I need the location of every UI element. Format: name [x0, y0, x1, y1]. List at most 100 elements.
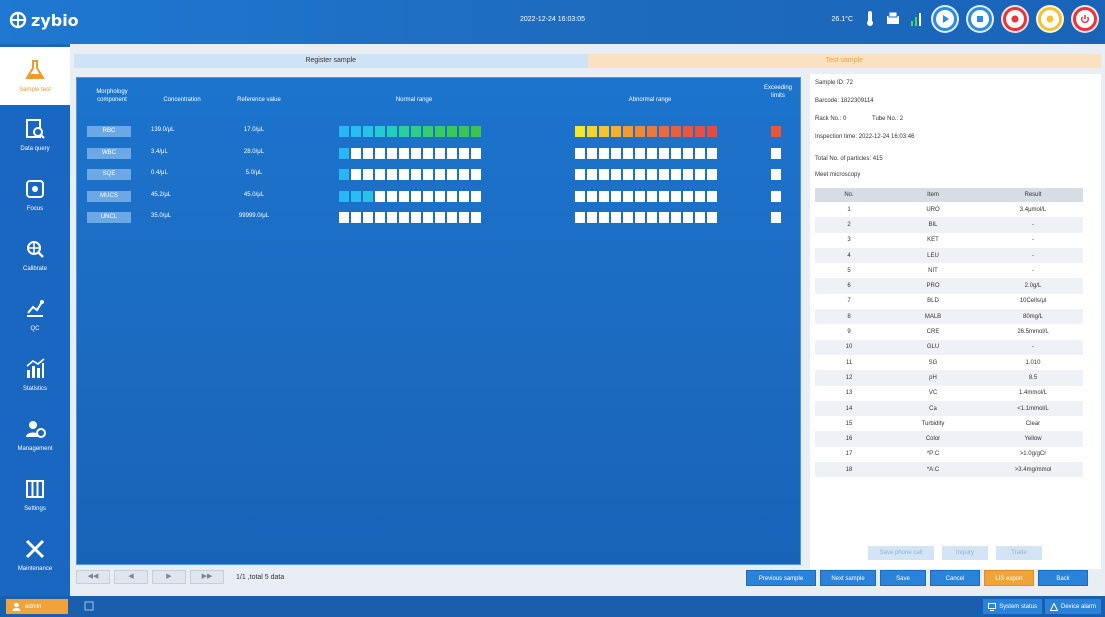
tab-test-sample[interactable]: Test sample: [587, 54, 1101, 68]
sidebar-item-maintenance[interactable]: Maintenance: [0, 526, 70, 584]
result-row[interactable]: 18 *A:C >3.4mg/mmol: [815, 462, 1083, 478]
result-no: 11: [845, 359, 853, 366]
result-row[interactable]: 13 VC 1.4mmol/L: [815, 386, 1083, 401]
next-sample-button[interactable]: Next sample: [820, 570, 876, 586]
reference-value: 99999.0/μL: [238, 213, 270, 219]
result-row[interactable]: 16 Color Yellow: [815, 431, 1083, 447]
result-no: 15: [845, 420, 853, 427]
cancel-button[interactable]: Cancel: [930, 570, 980, 586]
emergency-button[interactable]: [1001, 5, 1029, 33]
status-bar: admin System status Device alarm: [0, 596, 1105, 617]
result-row[interactable]: 8 MALB 80mg/L: [815, 309, 1083, 325]
range-cell: [695, 169, 705, 180]
save-button[interactable]: Save: [880, 570, 926, 586]
right-buttons: Save phone call Inquiry Trade: [868, 546, 1042, 560]
sidebar-item-data-query[interactable]: Data query: [0, 106, 70, 164]
sidebar-item-sample-test[interactable]: Sample test: [0, 47, 70, 105]
result-value: 1.4mmol/L: [1018, 390, 1047, 397]
user-badge[interactable]: admin: [6, 599, 68, 614]
result-row[interactable]: 14 Ca <1.1mmol/L: [815, 400, 1083, 417]
range-cell: [375, 190, 385, 202]
morphology-row[interactable]: UNCL 35.0/μL 99999.0/μL: [83, 210, 788, 224]
range-cell: [471, 147, 481, 159]
concentration-value: 45.2/μL: [151, 191, 172, 198]
result-item: SG: [928, 359, 938, 366]
inquiry-button[interactable]: Inquiry: [942, 546, 988, 560]
result-row[interactable]: 17 *P:C >1.0g/gCr: [815, 447, 1083, 462]
result-row[interactable]: 12 pH 8.5: [815, 370, 1083, 386]
result-value: 26.5mmol/L: [1017, 329, 1049, 336]
range-cell: [671, 212, 681, 223]
range-cell: [683, 147, 693, 159]
result-value: -: [1032, 344, 1034, 351]
range-cell: [659, 190, 669, 202]
main-content: Register sample Test sample Morphology c…: [70, 44, 1105, 596]
morphology-row[interactable]: RBC 139.0/μL 17.0/μL: [83, 124, 788, 138]
result-item: LEU: [927, 252, 939, 259]
result-row[interactable]: 6 PRO 2.0g/L: [815, 278, 1083, 294]
range-cell: [471, 169, 481, 180]
save-phone-call-button[interactable]: Save phone call: [868, 546, 934, 560]
sidebar-item-calibrate[interactable]: Calibrate: [0, 226, 70, 284]
result-row[interactable]: 10 GLU -: [815, 339, 1083, 355]
pause-button[interactable]: [1036, 5, 1064, 33]
system-status-button[interactable]: System status: [983, 599, 1042, 614]
range-cell: [695, 126, 705, 137]
result-no: 5: [847, 267, 851, 274]
result-item: CRE: [926, 329, 940, 336]
sidebar-item-label: Management: [17, 446, 53, 452]
result-row[interactable]: 3 KET -: [815, 233, 1083, 248]
notification-icon[interactable]: [84, 601, 94, 611]
sidebar-item-settings[interactable]: Settings: [0, 466, 70, 524]
stop-button[interactable]: [966, 5, 994, 33]
range-cell: [671, 169, 681, 180]
sidebar-item-label: Statistics: [22, 386, 47, 392]
result-row[interactable]: 4 LEU -: [815, 247, 1083, 264]
range-cell: [387, 212, 397, 223]
sidebar-item-statistics[interactable]: Statistics: [0, 346, 70, 404]
result-row[interactable]: 5 NIT -: [815, 263, 1083, 278]
result-value: 8.5: [1028, 374, 1038, 381]
result-row[interactable]: 11 SG 1.010: [815, 355, 1083, 370]
last-page-button[interactable]: ▶▶: [190, 570, 224, 584]
result-row[interactable]: 2 BIL -: [815, 217, 1083, 233]
first-page-button[interactable]: ◀◀: [76, 570, 110, 584]
tab-register-sample[interactable]: Register sample: [74, 54, 588, 68]
range-cell: [471, 126, 481, 137]
sidebar-item-management[interactable]: Management: [0, 406, 70, 464]
result-value: 80mg/L: [1022, 313, 1043, 320]
monitor-icon: [988, 602, 997, 611]
prev-page-button[interactable]: ◀: [114, 570, 148, 584]
result-row[interactable]: 7 BLD 10Cells/μl: [815, 294, 1083, 309]
range-cell: [695, 212, 705, 223]
range-cell: [435, 126, 445, 137]
user-management-icon: [26, 421, 46, 438]
sidebar-item-focus[interactable]: Focus: [0, 166, 70, 224]
back-button[interactable]: Back: [1038, 570, 1088, 586]
result-row[interactable]: 1 URO 3.4μmol/L: [815, 202, 1083, 217]
results-body: 1 URO 3.4μmol/L 2 BIL - 3 KET - 4 LEU - 5 NIT - 6 PRO 2.0…: [815, 202, 1083, 478]
sidebar-item-label: Calibrate: [22, 266, 47, 272]
component-chip: WBC: [87, 147, 131, 159]
header-concentration: Concentration: [163, 97, 201, 103]
result-row[interactable]: 9 CRE 26.5mmol/L: [815, 324, 1083, 339]
range-cell: [623, 126, 633, 137]
trade-button[interactable]: Trade: [996, 546, 1042, 560]
range-cell: [399, 169, 409, 180]
result-no: 8: [847, 313, 851, 320]
header-normal-range: Normal range: [395, 97, 433, 103]
result-value: 1.010: [1025, 359, 1041, 366]
morphology-row[interactable]: WBC 3.4/μL 28.0/μL: [83, 146, 788, 160]
start-button[interactable]: [931, 5, 959, 33]
sidebar-item-qc[interactable]: QC: [0, 286, 70, 344]
lis-export-button[interactable]: LIS export: [984, 570, 1034, 586]
next-page-button[interactable]: ▶: [152, 570, 186, 584]
morphology-row[interactable]: MUCS 45.2/μL 45.0/μL: [83, 189, 788, 203]
device-alarm-button[interactable]: Device alarm: [1044, 599, 1101, 614]
printer-icon[interactable]: [885, 11, 901, 27]
result-value: Yellow: [1024, 436, 1042, 443]
morphology-row[interactable]: SQE 0.4/μL 5.0/μL: [83, 167, 788, 181]
previous-sample-button[interactable]: Previous sample: [746, 570, 816, 586]
power-button[interactable]: [1071, 5, 1099, 33]
result-row[interactable]: 15 Turbidity Clear: [815, 416, 1083, 431]
